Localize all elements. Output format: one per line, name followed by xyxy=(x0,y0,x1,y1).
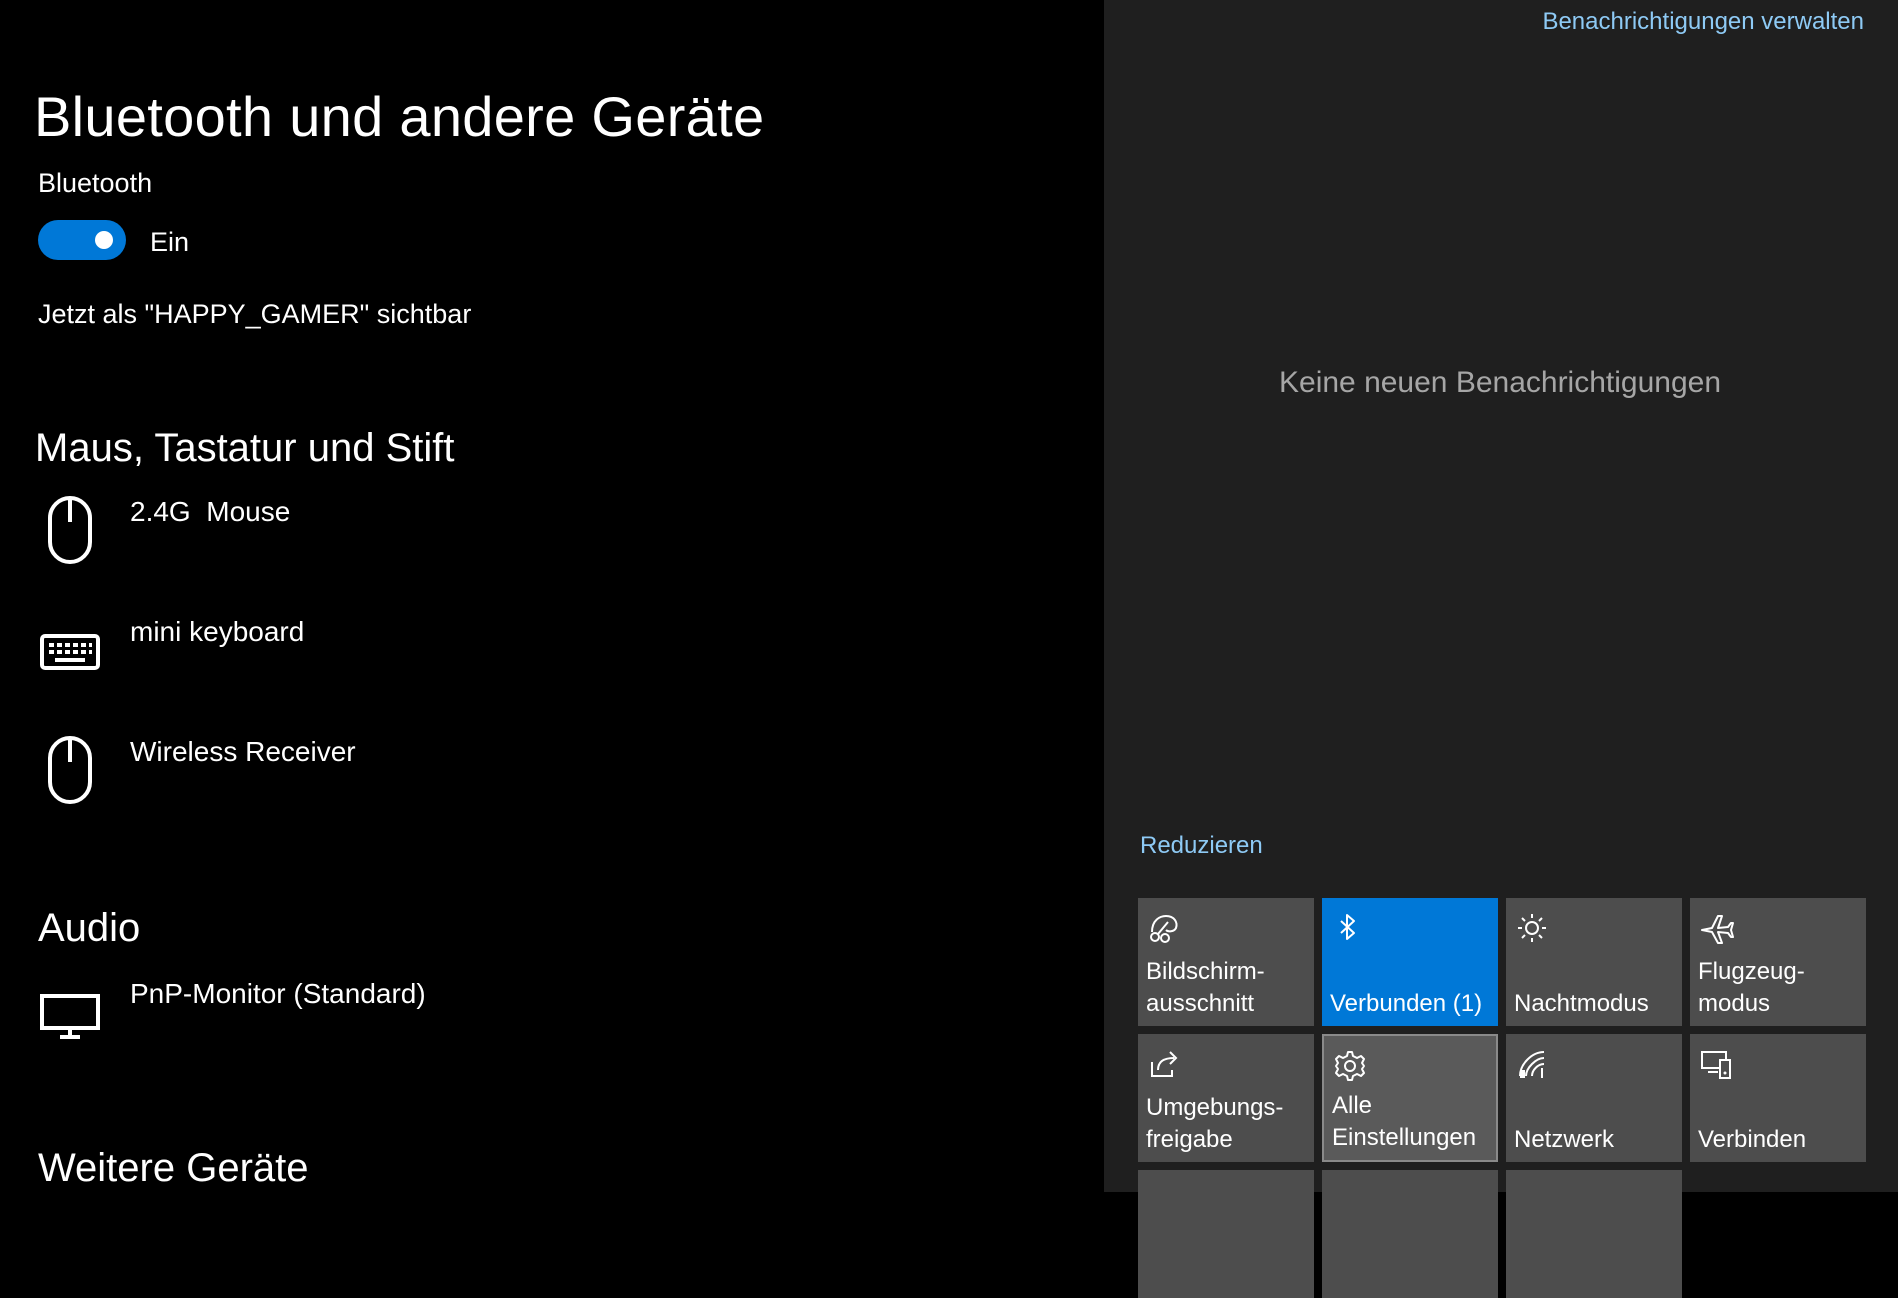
airplane-icon xyxy=(1698,910,1734,946)
tile-partial[interactable] xyxy=(1322,1170,1498,1298)
device-item[interactable]: mini keyboard xyxy=(38,610,738,696)
share-icon xyxy=(1146,1046,1182,1082)
action-center: Benachrichtigungen verwalten Keine neuen… xyxy=(1104,0,1898,1298)
tile-label: Bildschirm- ausschnitt xyxy=(1146,958,1265,1017)
tile-network[interactable]: Netzwerk xyxy=(1506,1034,1682,1162)
tile-partial[interactable] xyxy=(1138,1170,1314,1298)
bluetooth-toggle[interactable] xyxy=(38,220,126,260)
tile-label: Netzwerk xyxy=(1514,1126,1615,1153)
collapse-link[interactable]: Reduzieren xyxy=(1140,832,1263,860)
gear-icon xyxy=(1332,1048,1368,1084)
brightness-icon xyxy=(1514,910,1550,946)
mouse-icon xyxy=(38,734,102,806)
snip-icon xyxy=(1146,910,1182,946)
tile-label: Umgebungs- freigabe xyxy=(1146,1094,1284,1153)
tile-label: Flugzeug- modus xyxy=(1698,958,1805,1017)
section-title-other-devices: Weitere Geräte xyxy=(38,1146,309,1190)
keyboard-icon xyxy=(38,614,102,686)
settings-panel: Bluetooth und andere Geräte Bluetooth Ei… xyxy=(0,0,1104,1192)
monitor-icon xyxy=(38,976,102,1048)
tile-airplane-mode[interactable]: Flugzeug- modus xyxy=(1690,898,1866,1026)
section-title-mouse-keyboard: Maus, Tastatur und Stift xyxy=(35,426,455,470)
bluetooth-label: Bluetooth xyxy=(38,168,153,198)
section-title-audio: Audio xyxy=(38,906,141,950)
manage-notifications-link[interactable]: Benachrichtigungen verwalten xyxy=(1542,8,1864,36)
device-name: 2.4G Mouse xyxy=(130,496,291,527)
bluetooth-state: Ein xyxy=(150,227,190,257)
tile-connect[interactable]: Verbinden xyxy=(1690,1034,1866,1162)
device-item[interactable]: Wireless Receiver xyxy=(38,730,738,816)
toggle-knob xyxy=(95,231,113,249)
tile-label: Nachtmodus xyxy=(1514,990,1649,1017)
tile-nearby-sharing[interactable]: Umgebungs- freigabe xyxy=(1138,1034,1314,1162)
tile-partial[interactable] xyxy=(1506,1170,1682,1298)
tile-label: Verbunden (1) xyxy=(1330,990,1483,1017)
page-title: Bluetooth und andere Geräte xyxy=(34,85,765,148)
mouse-icon xyxy=(38,494,102,566)
tile-snip[interactable]: Bildschirm- ausschnitt xyxy=(1138,898,1314,1026)
visibility-text: Jetzt als "HAPPY_GAMER" sichtbar xyxy=(38,299,472,329)
bluetooth-icon xyxy=(1330,910,1366,946)
device-item[interactable]: 2.4G Mouse xyxy=(38,490,738,576)
tile-label: Alle Einstellungen xyxy=(1332,1092,1477,1151)
empty-notifications-message: Keine neuen Benachrichtigungen xyxy=(1279,366,1722,399)
device-name: PnP-Monitor (Standard) xyxy=(130,978,426,1009)
connect-icon xyxy=(1698,1046,1734,1082)
tile-bluetooth[interactable]: Verbunden (1) xyxy=(1322,898,1498,1026)
tile-all-settings[interactable]: Alle Einstellungen xyxy=(1322,1034,1498,1162)
device-name: mini keyboard xyxy=(130,616,305,647)
device-name: Wireless Receiver xyxy=(130,736,356,767)
network-icon xyxy=(1514,1046,1550,1082)
tile-label: Verbinden xyxy=(1698,1126,1807,1153)
tile-night-mode[interactable]: Nachtmodus xyxy=(1506,898,1682,1026)
device-item[interactable]: PnP-Monitor (Standard) xyxy=(38,972,738,1058)
